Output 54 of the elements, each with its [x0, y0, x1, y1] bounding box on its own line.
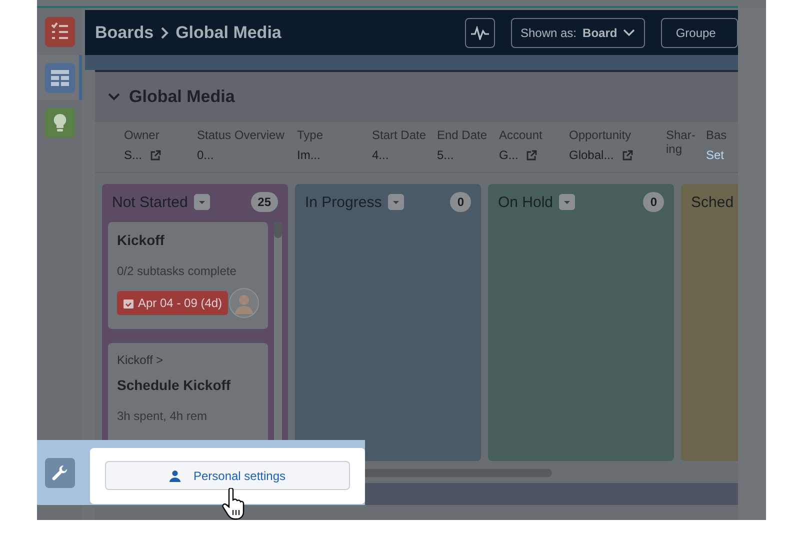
sidebar-item[interactable] — [37, 55, 82, 100]
field-value: G... — [499, 148, 518, 162]
task-card[interactable]: Kickoff 0/2 subtasks complete Apr 04 - 09 (4d) — [108, 222, 268, 329]
chevron-down-icon[interactable] — [107, 92, 121, 102]
column-title: In Progress — [305, 194, 382, 210]
count-badge: 0 — [450, 192, 471, 212]
external-link-icon[interactable] — [526, 150, 538, 160]
card-title: Kickoff — [117, 232, 166, 248]
group-button[interactable]: Groupe — [660, 18, 738, 48]
count-badge: 0 — [643, 192, 664, 212]
column-title: Not Started — [112, 194, 188, 210]
calendar-icon — [123, 298, 134, 308]
chevron-down-icon — [623, 28, 636, 36]
breadcrumb-item[interactable]: Boards — [95, 22, 154, 42]
field-link[interactable]: Set — [706, 148, 724, 162]
checklist-icon — [44, 17, 74, 47]
column-title: On Hold — [498, 194, 554, 210]
field-value: S... — [124, 148, 142, 162]
field-label: Type — [297, 128, 324, 142]
card-meta: 0/2 subtasks complete — [117, 264, 238, 278]
count-badge: 25 — [250, 192, 278, 212]
dropdown-icon[interactable] — [194, 194, 210, 210]
card-title: Schedule Kickoff — [117, 377, 232, 393]
column-title: Sched — [691, 194, 734, 210]
due-date-badge: Apr 04 - 09 (4d) — [117, 291, 228, 315]
field-value: 0... — [197, 148, 214, 162]
personal-settings-button[interactable]: Personal settings — [105, 461, 350, 490]
field-label: Account — [499, 128, 544, 142]
field-label: Shar-ing — [666, 128, 696, 156]
field-label: End Date — [437, 128, 488, 142]
dropdown-icon[interactable] — [388, 194, 404, 210]
field-value: Im... — [297, 148, 320, 162]
view-dropdown[interactable]: Shown as: Board — [510, 18, 645, 48]
chevron-right-icon — [160, 26, 170, 40]
field-label: Status Overview — [197, 128, 286, 142]
wrench-icon[interactable] — [45, 458, 75, 488]
board-title: Global Media — [129, 87, 235, 107]
pulse-icon — [470, 26, 490, 40]
card-meta: 3h spent, 4h rem — [117, 409, 208, 423]
field-label: Bas — [706, 128, 728, 142]
table-icon — [44, 62, 74, 92]
field-value: 4... — [372, 148, 389, 162]
lightbulb-icon — [44, 108, 74, 138]
breadcrumb-item: Global Media — [176, 22, 282, 42]
external-link-icon[interactable] — [150, 150, 162, 160]
activity-button[interactable] — [465, 18, 495, 48]
field-label: Owner — [124, 128, 160, 142]
field-label: Opportunity — [569, 128, 632, 142]
field-value: 5... — [437, 148, 454, 162]
person-icon — [169, 470, 182, 482]
dropdown-icon[interactable] — [559, 194, 576, 210]
field-label: Start Date — [372, 128, 428, 142]
field-value: Global... — [569, 148, 614, 162]
external-link-icon[interactable] — [622, 150, 633, 160]
